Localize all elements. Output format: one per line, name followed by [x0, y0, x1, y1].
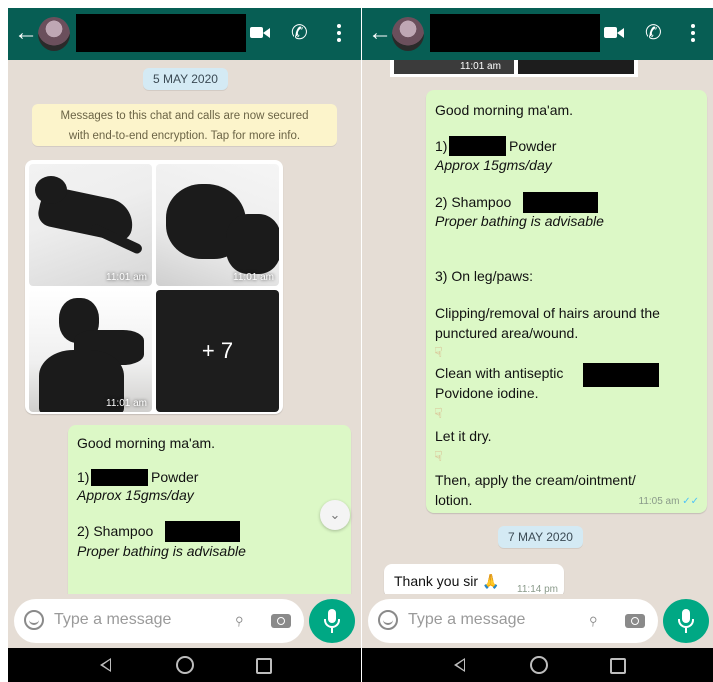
video-call-icon[interactable]: [602, 22, 628, 46]
photo-time: 11:01 am: [233, 272, 274, 283]
encryption-notice[interactable]: Messages to this chat and calls are now …: [32, 104, 337, 146]
notice-line-2: with end-to-end encryption. Tap for more…: [68, 130, 301, 142]
nav-back-icon[interactable]: [100, 658, 111, 672]
redacted-contact-name[interactable]: [76, 14, 246, 52]
nav-home-icon[interactable]: [530, 656, 548, 674]
mic-button[interactable]: [309, 599, 355, 643]
item2-note: Proper bathing is advisable: [77, 543, 246, 559]
redacted-text: [523, 192, 598, 213]
paperclip-icon[interactable]: ⌕: [582, 608, 603, 631]
photo-time: 11:01 am: [460, 61, 501, 72]
system-nav-bar: [8, 648, 361, 682]
arrow-left-icon[interactable]: ←: [14, 20, 38, 46]
nav-recents-icon[interactable]: [610, 658, 626, 674]
chat-area[interactable]: 11:01 am Good morning ma'am. 1) Powder A…: [362, 60, 713, 594]
outgoing-message[interactable]: Good morning ma'am. 1) Powder Approx 15g…: [68, 425, 351, 594]
emoji-icon[interactable]: [24, 610, 44, 630]
pointing-hand-icon: ☟: [434, 405, 443, 421]
message-time: 11:14 pm: [517, 584, 558, 594]
photo-thumbnail[interactable]: 11:01 am: [29, 164, 152, 286]
avatar[interactable]: [392, 17, 424, 51]
redacted-contact-name[interactable]: [430, 14, 600, 52]
pointing-hand-icon: ☟: [434, 448, 443, 464]
step1-line2: punctured area/wound.: [435, 325, 579, 341]
date-chip: 7 MAY 2020: [498, 526, 583, 548]
system-nav-bar: [362, 648, 713, 682]
photo-time: 11:01 am: [106, 272, 147, 283]
mic-button[interactable]: [663, 599, 709, 643]
item2-text: 2) Shampoo: [435, 194, 512, 210]
more-photos-count: + 7: [201, 338, 234, 363]
emoji-icon[interactable]: [378, 610, 398, 630]
chat-area[interactable]: 5 MAY 2020 Messages to this chat and cal…: [8, 60, 361, 594]
phone-icon[interactable]: ✆: [291, 22, 317, 46]
input-placeholder: Type a message: [54, 611, 172, 628]
more-vert-icon[interactable]: [334, 22, 360, 46]
redacted-text: [165, 521, 240, 542]
item1-text: Powder: [509, 138, 557, 154]
item1-text: Powder: [151, 469, 199, 485]
step2-line1: Clean with antiseptic: [435, 365, 564, 381]
outgoing-message[interactable]: Good morning ma'am. 1) Powder Approx 15g…: [426, 90, 707, 513]
step2-line2: Povidone iodine.: [435, 385, 539, 401]
item1-prefix: 1): [435, 138, 448, 154]
read-ticks-icon: ✓✓: [682, 496, 699, 507]
item2-text: 2) Shampoo: [77, 523, 154, 539]
redacted-text: [449, 136, 506, 156]
incoming-text: Thank you sir 🙏: [394, 573, 500, 589]
scroll-down-button[interactable]: ⌄: [320, 500, 350, 530]
message-time: 11:05 am: [638, 496, 680, 507]
photo-thumbnail[interactable]: 11:01 am: [156, 164, 279, 286]
video-call-icon[interactable]: [248, 22, 274, 46]
photo-album-partial[interactable]: 11:01 am: [390, 60, 638, 77]
message-input[interactable]: Type a message ⌕: [368, 599, 658, 643]
phone-icon[interactable]: ✆: [645, 22, 671, 46]
nav-back-icon[interactable]: [454, 658, 465, 672]
message-input[interactable]: Type a message ⌕: [14, 599, 304, 643]
chat-header: ← ✆: [362, 8, 713, 60]
item1-prefix: 1): [77, 469, 90, 485]
photo-album[interactable]: 11:01 am 11:01 am 11:01 am + 7: [25, 160, 283, 414]
redacted-text: [583, 363, 659, 387]
photo-thumbnail[interactable]: 11:01 am: [29, 290, 152, 412]
photo-time: 11:01 am: [106, 398, 147, 409]
message-greeting: Good morning ma'am.: [77, 435, 216, 451]
avatar[interactable]: [38, 17, 70, 51]
paperclip-icon[interactable]: ⌕: [228, 608, 249, 631]
step4-line2: lotion.: [435, 492, 473, 508]
date-chip: 5 MAY 2020: [143, 68, 228, 90]
message-greeting: Good morning ma'am.: [435, 102, 574, 118]
pointing-hand-icon: ☟: [434, 344, 443, 360]
redacted-text: [91, 469, 148, 486]
step1-line1: Clipping/removal of hairs around the: [435, 305, 660, 321]
folded-hands-emoji: 🙏: [481, 573, 500, 589]
camera-icon[interactable]: [271, 614, 291, 628]
right-screen: ← ✆ 11:01 am Good morning ma'am. 1) Powd…: [362, 8, 713, 682]
nav-home-icon[interactable]: [176, 656, 194, 674]
chat-header: ← ✆: [8, 8, 361, 60]
message-meta: 11:05 am ✓✓: [639, 496, 700, 507]
incoming-message[interactable]: Thank you sir 🙏 11:14 pm: [384, 564, 564, 594]
step4-line1: Then, apply the cream/ointment/: [435, 472, 636, 488]
nav-recents-icon[interactable]: [256, 658, 272, 674]
left-screen: ← ✆ 5 MAY 2020 Messages to this chat and…: [8, 8, 361, 682]
more-vert-icon[interactable]: [688, 22, 713, 46]
step3: Let it dry.: [435, 428, 492, 444]
item3-heading: 3) On leg/paws:: [435, 268, 534, 284]
photo-more-tile[interactable]: + 7: [156, 290, 279, 412]
item1-note: Approx 15gms/day: [77, 487, 194, 503]
input-placeholder: Type a message: [408, 611, 526, 628]
item1-note: Approx 15gms/day: [435, 157, 552, 173]
arrow-left-icon[interactable]: ←: [368, 20, 392, 46]
camera-icon[interactable]: [625, 614, 645, 628]
notice-line-1: Messages to this chat and calls are now …: [60, 110, 309, 122]
item2-note: Proper bathing is advisable: [435, 213, 604, 229]
